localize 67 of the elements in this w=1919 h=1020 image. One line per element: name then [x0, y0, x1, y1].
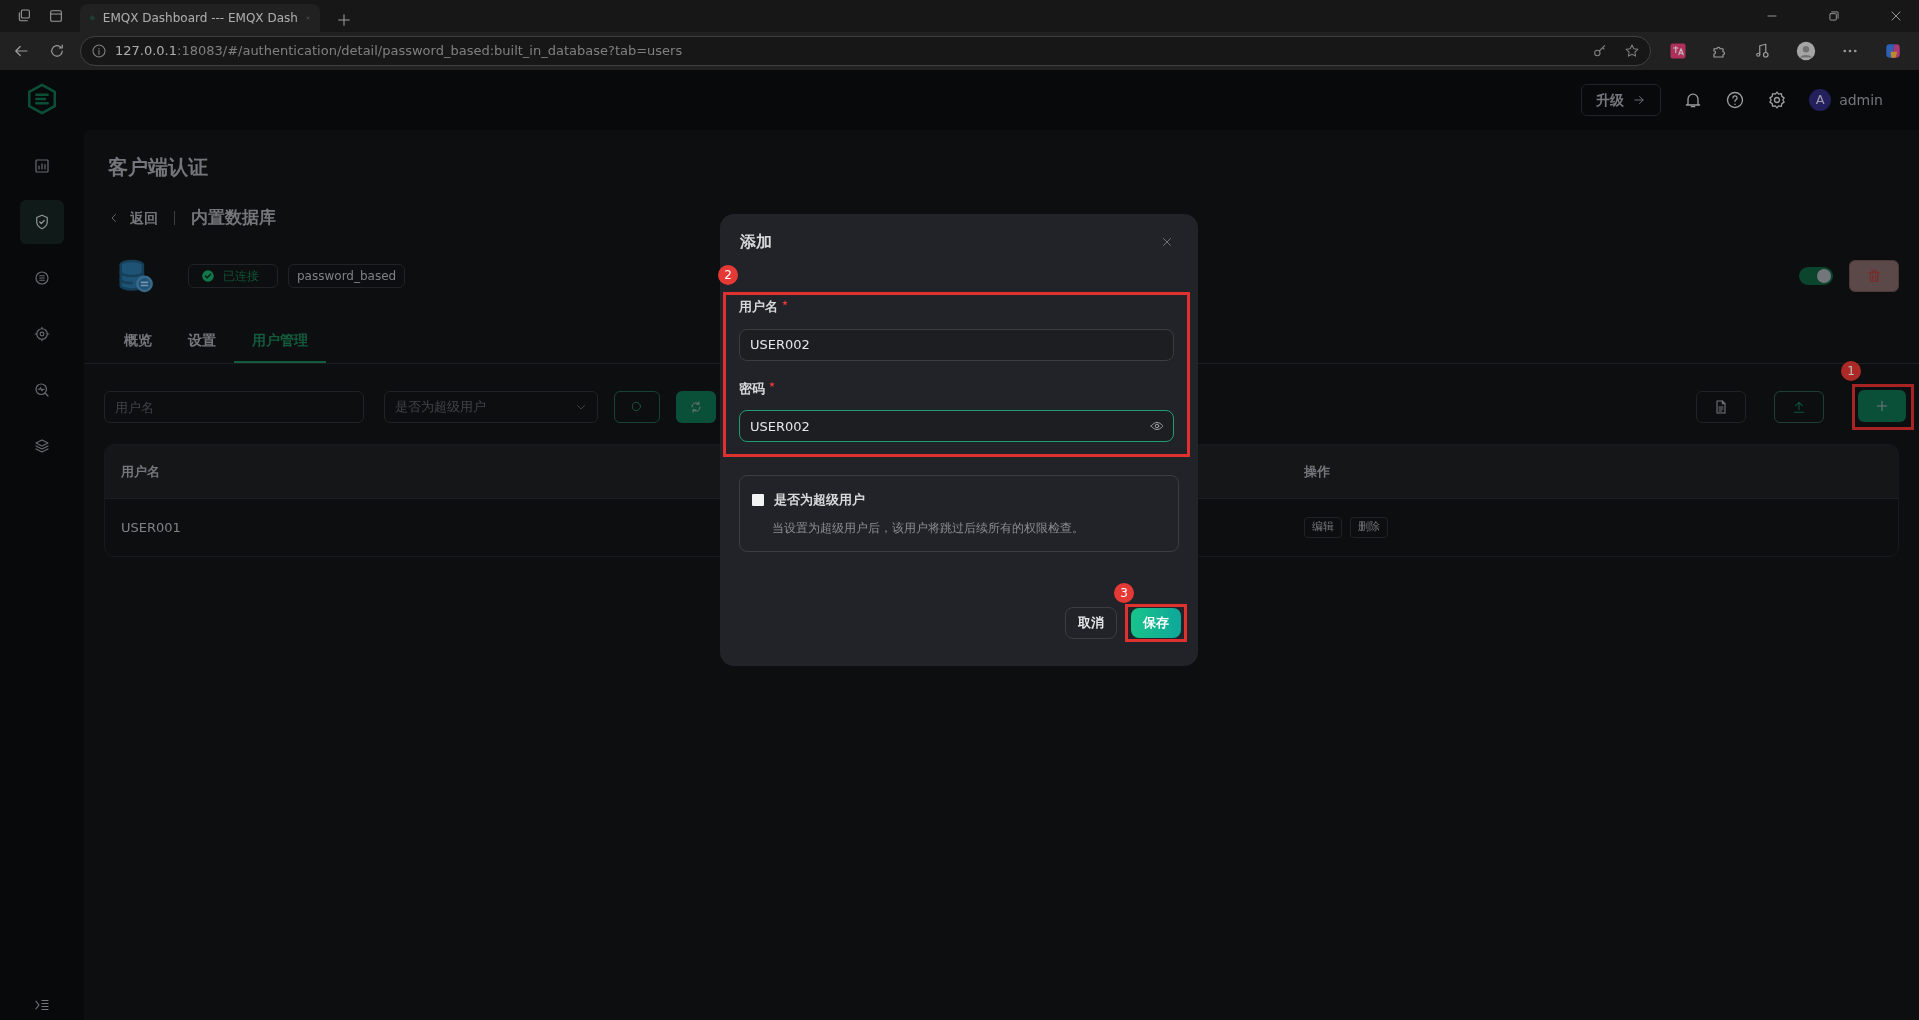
trash-icon — [1866, 268, 1882, 284]
close-icon[interactable] — [1889, 9, 1903, 23]
table-cell-text: USER001 — [121, 518, 181, 537]
toggle-switch[interactable] — [1799, 267, 1833, 285]
column-header: 操作 — [1304, 462, 1330, 481]
upload-icon — [1791, 399, 1807, 415]
dialog-title: 添加 — [740, 231, 773, 253]
status-tag: 已连接 — [188, 264, 278, 288]
translate-icon[interactable] — [1669, 42, 1687, 60]
back-link[interactable]: 返回 — [108, 207, 158, 229]
search-icon — [630, 400, 644, 414]
tab[interactable]: 概览 — [106, 322, 170, 363]
tab[interactable]: 设置 — [170, 322, 234, 363]
new-tab-icon[interactable] — [336, 12, 352, 28]
add-button[interactable] — [1858, 390, 1906, 422]
delete-button[interactable]: 删除 — [1349, 517, 1388, 538]
url-text: 127.0.0.1:18083/#/authentication/detail/password_based:built_in_database?tab=users — [115, 42, 683, 61]
arrow-right-icon — [1632, 93, 1647, 107]
address-bar[interactable]: 127.0.0.1:18083/#/authentication/detail/password_based:built_in_database?tab=users — [80, 36, 1651, 66]
page-title: 客户端认证 — [108, 154, 209, 181]
check-circle-icon — [201, 269, 215, 283]
avatar[interactable]: A — [1809, 89, 1832, 111]
column-header: 用户名 — [121, 462, 161, 481]
reload-icon[interactable] — [48, 42, 66, 60]
edit-button[interactable]: 编辑 — [1303, 517, 1342, 538]
tab[interactable]: 用户管理 — [234, 322, 326, 363]
tab-list-icon[interactable] — [48, 8, 64, 24]
list-circle-icon — [33, 269, 51, 287]
page-subtitle: 内置数据库 — [191, 206, 276, 230]
close-icon[interactable] — [1160, 235, 1174, 249]
refresh-button[interactable] — [676, 391, 716, 423]
step-number-badge: 2 — [718, 265, 738, 285]
field-label: 密码 — [739, 379, 765, 398]
colorful-logo-icon[interactable] — [1883, 41, 1903, 61]
field-label: 用户名 — [739, 298, 778, 316]
music-note-icon[interactable] — [1753, 42, 1771, 60]
star-icon[interactable] — [1624, 43, 1640, 59]
checkbox-label: 是否为超级用户 — [774, 491, 865, 509]
username-field[interactable]: USER002 — [739, 328, 1174, 361]
step-number-badge: 1 — [1841, 361, 1861, 381]
shield-check-icon — [33, 213, 51, 231]
checkbox[interactable] — [752, 493, 764, 506]
hint-text: 当设置为超级用户后，该用户将跳过后续所有的权限检查。 — [772, 519, 1085, 537]
info-icon[interactable] — [91, 43, 107, 59]
plus-icon — [1874, 398, 1890, 414]
type-tag: password_based — [288, 264, 406, 288]
password-field[interactable]: USER002 — [739, 410, 1174, 442]
eye-icon[interactable] — [1150, 419, 1164, 433]
save-button[interactable]: 保存 — [1131, 607, 1181, 638]
settings-icon[interactable] — [1767, 90, 1788, 110]
layers-icon — [33, 437, 51, 455]
database-icon — [116, 257, 154, 295]
help-icon[interactable] — [1725, 90, 1746, 110]
document-icon — [1713, 399, 1729, 415]
cancel-button[interactable]: 取消 — [1065, 606, 1117, 639]
user-name[interactable]: admin — [1839, 89, 1883, 111]
workspaces-icon[interactable] — [16, 8, 32, 24]
browser-tab[interactable]: EMQX Dashboard --- EMQX Dash — [80, 4, 320, 32]
refresh-icon — [689, 400, 703, 414]
step-number-badge: 3 — [1114, 582, 1134, 603]
upgrade-button[interactable]: 升级 — [1581, 84, 1662, 116]
pulse-search-icon — [33, 381, 51, 399]
key-icon[interactable] — [1592, 43, 1608, 59]
restore-icon[interactable] — [1827, 9, 1841, 23]
sidebar-item[interactable] — [20, 200, 64, 244]
profile-icon[interactable] — [1795, 40, 1817, 62]
dashboard-icon — [33, 157, 51, 175]
